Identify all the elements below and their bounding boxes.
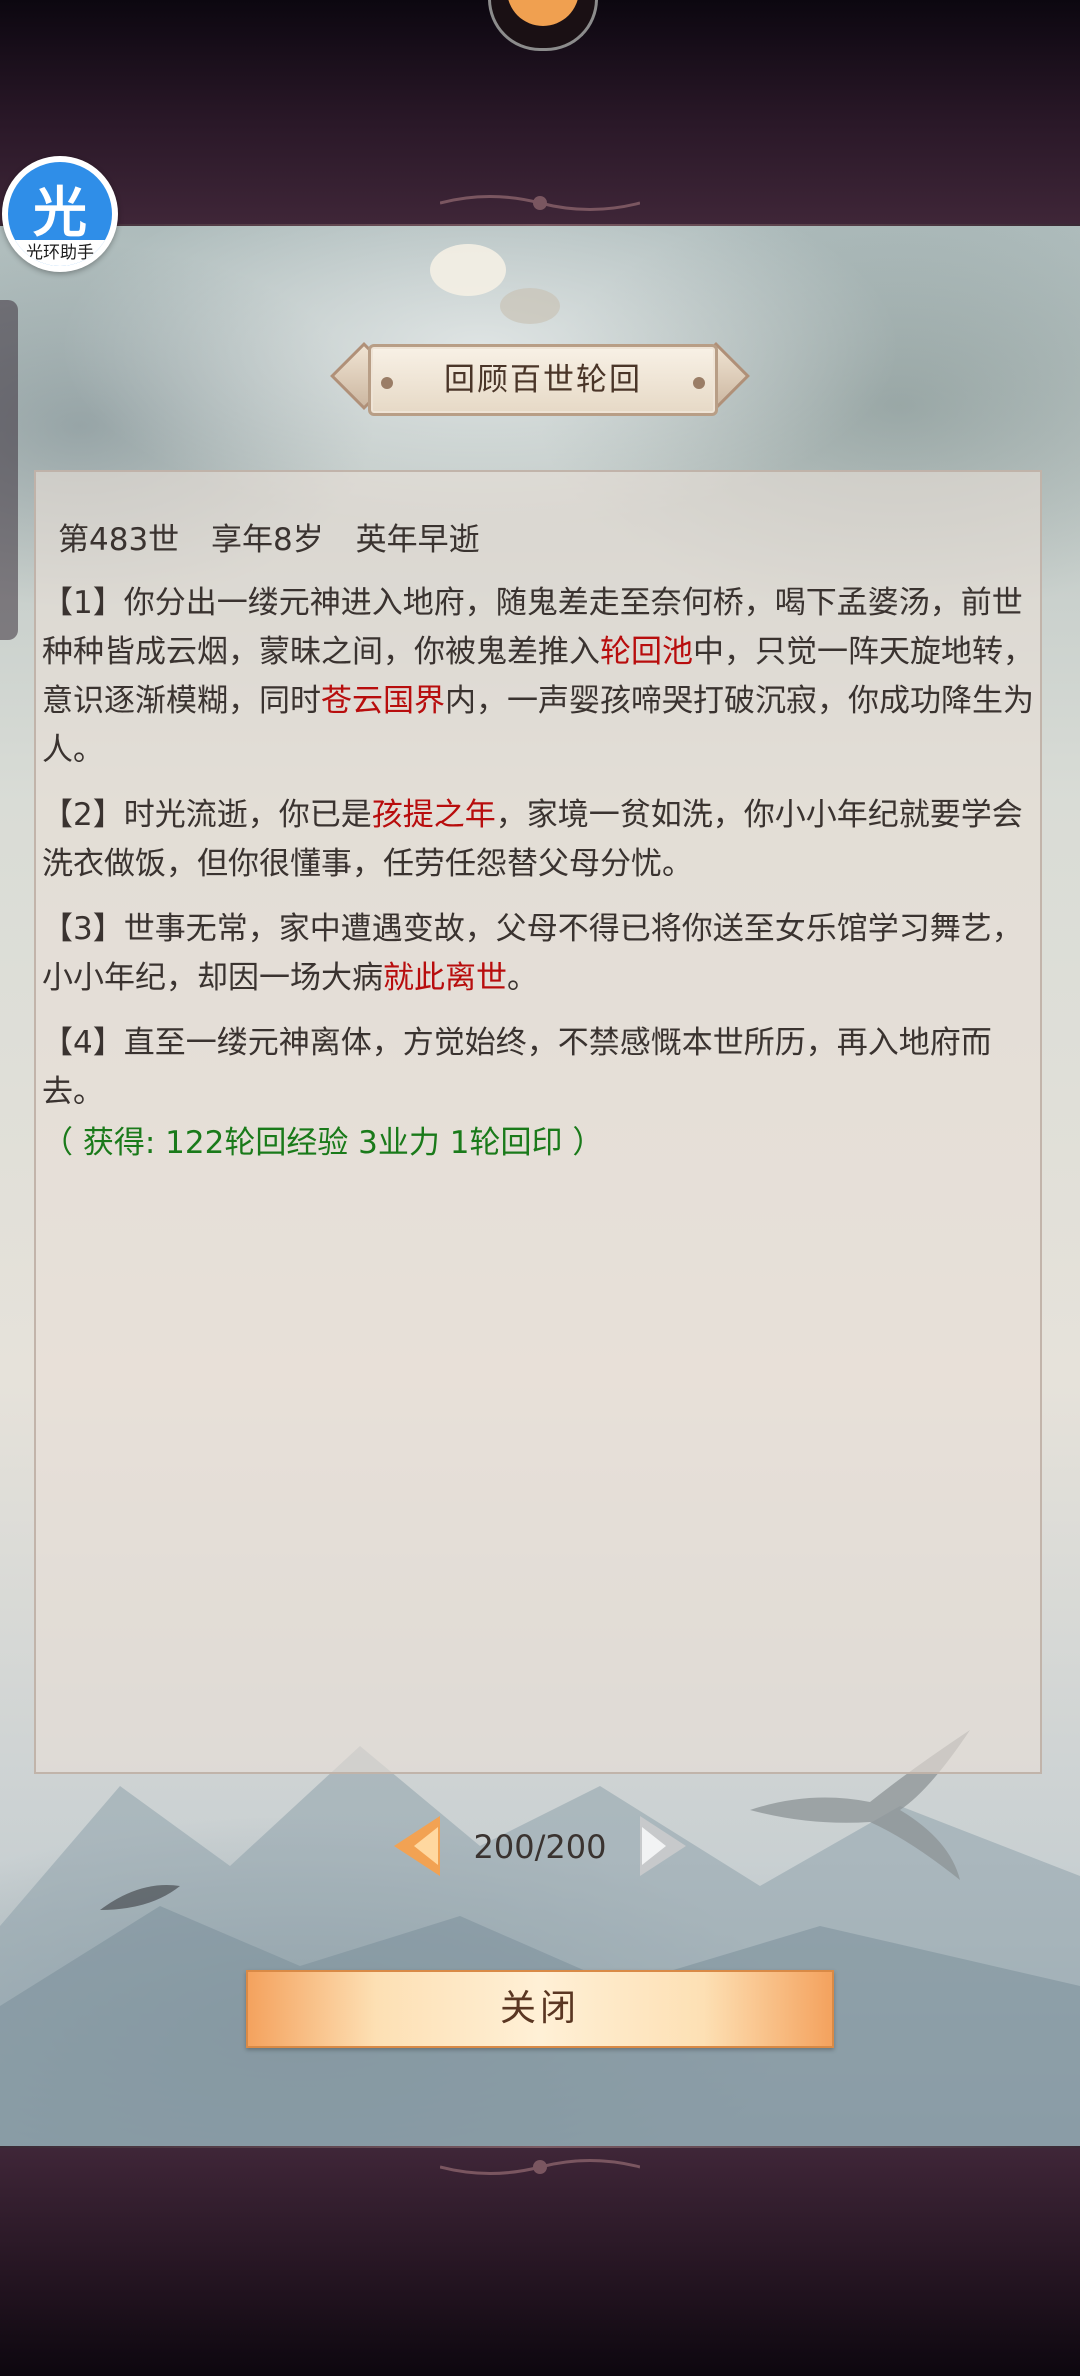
story-paragraph: 【3】世事无常，家中遭遇变故，父母不得已将你送至女乐馆学习舞艺，小小年纪，却因一… (42, 905, 1038, 1003)
paragraph-number: 【3】 (42, 911, 124, 947)
dialog-title-banner: 回顾百世轮回 (330, 340, 750, 416)
paragraph-number: 【1】 (42, 585, 124, 621)
life-fate: 英年早逝 (355, 522, 480, 558)
assistant-icon: 光 (33, 181, 87, 244)
story-paragraph: 【4】直至一缕元神离体，方觉始终，不禁感慨本世所历，再入地府而去。 (42, 1019, 1038, 1117)
paragraph-text: 直至一缕元神离体，方觉始终，不禁感慨本世所历，再入地府而去。 (42, 1025, 992, 1110)
dialog-title: 回顾百世轮回 (444, 362, 642, 398)
close-button-label: 关闭 (499, 1988, 580, 2029)
paragraph-number: 【2】 (42, 797, 124, 833)
paragraph-text: 时光流逝，你已是 (123, 797, 372, 833)
leaf-decoration (100, 1885, 180, 1910)
assistant-label: 光环助手 (8, 240, 112, 266)
life-record-panel[interactable]: 第483世 享年8岁 英年早逝 【1】你分出一缕元神进入地府，随鬼差走至奈何桥，… (34, 470, 1042, 1774)
highlighted-term: 苍云国界 (321, 683, 445, 719)
story-paragraphs: 【1】你分出一缕元神进入地府，随鬼差走至奈何桥，喝下孟婆汤，前世种种皆成云烟，蒙… (42, 579, 1038, 1117)
life-age: 享年8岁 (211, 522, 324, 558)
story-paragraph: 【1】你分出一缕元神进入地府，随鬼差走至奈何桥，喝下孟婆汤，前世种种皆成云烟，蒙… (42, 579, 1038, 775)
paragraph-text: 。 (507, 960, 538, 996)
pagination: 200/200 (380, 1810, 700, 1884)
bottom-ornament (440, 2159, 640, 2175)
highlighted-term: 孩提之年 (371, 797, 496, 833)
highlighted-term: 轮回池 (600, 634, 693, 670)
life-header: 第483世 享年8岁 英年早逝 (42, 516, 1038, 565)
life-number: 第483世 (58, 522, 180, 558)
highlighted-term: 就此离世 (383, 960, 507, 996)
side-drawer-handle[interactable] (0, 300, 18, 640)
close-button[interactable]: 关闭 (246, 1970, 834, 2048)
reward-text: （ 获得: 122轮回经验 3业力 1轮回印 ） (42, 1125, 604, 1161)
top-ornament (440, 195, 640, 211)
assistant-badge[interactable]: 光 光环助手 (2, 156, 118, 272)
story-paragraph: 【2】时光流逝，你已是孩提之年，家境一贫如洗，你小小年纪就要学会洗衣做饭，但你很… (42, 791, 1038, 889)
paragraph-number: 【4】 (42, 1025, 124, 1061)
page-indicator: 200/200 (473, 1828, 607, 1866)
bottom-dark-band (0, 2148, 1080, 2376)
